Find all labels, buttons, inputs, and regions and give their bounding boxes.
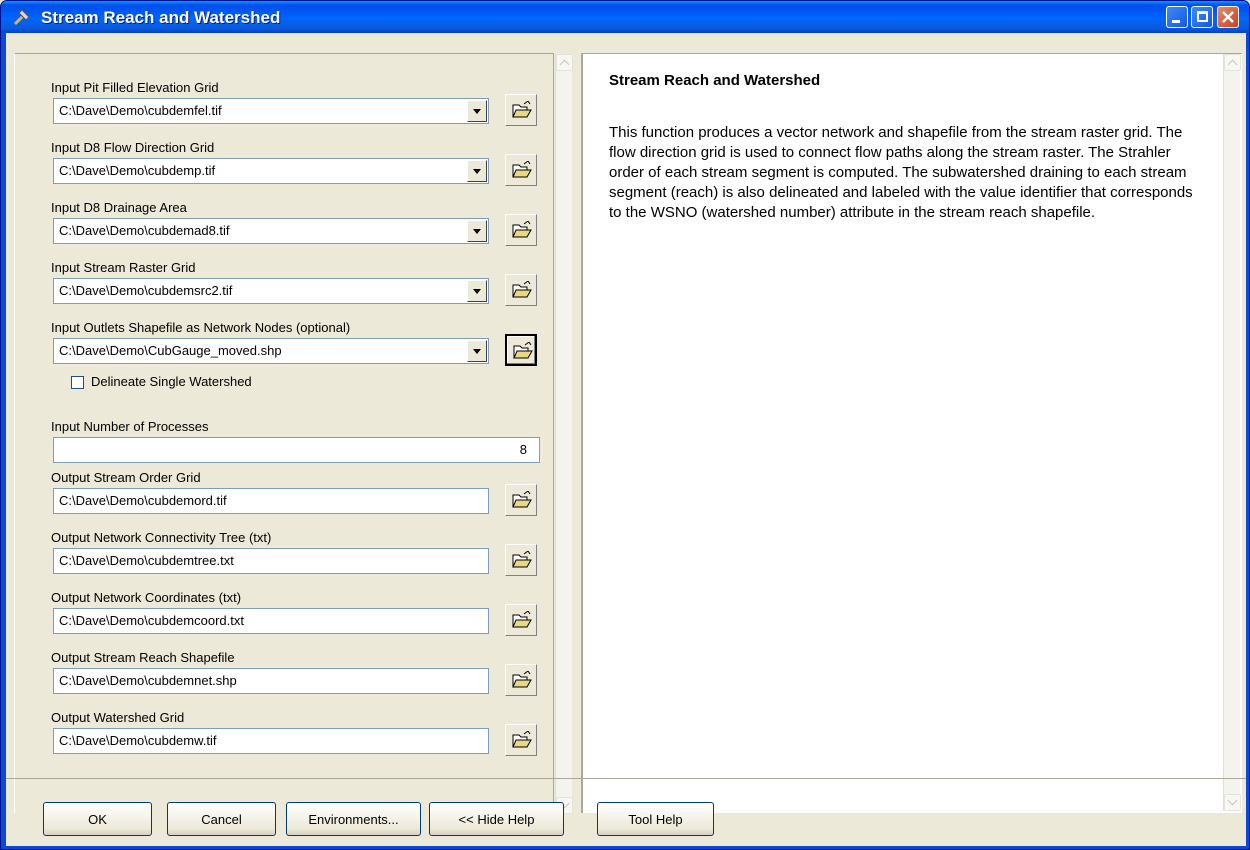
output-label: Output Stream Reach Shapefile	[51, 650, 235, 665]
help-title: Stream Reach and Watershed	[609, 72, 821, 89]
button-bar: OK Cancel Environments... << Hide Help T…	[6, 778, 1246, 846]
browse-button[interactable]	[505, 214, 537, 246]
output-label: Output Network Connectivity Tree (txt)	[51, 530, 272, 545]
chevron-down-icon[interactable]	[467, 220, 487, 242]
title-bar[interactable]: Stream Reach and Watershed	[1, 1, 1249, 33]
help-scroll-up-button[interactable]	[1224, 54, 1241, 71]
processes-label: Input Number of Processes	[51, 419, 209, 434]
input-combo[interactable]: C:\Dave\Demo\cubdemp.tif	[53, 158, 489, 184]
input-value: C:\Dave\Demo\cubdemp.tif	[59, 163, 216, 178]
input-value: C:\Dave\Demo\cubdemad8.tif	[59, 223, 230, 238]
output-label: Output Network Coordinates (txt)	[51, 590, 242, 605]
input-combo[interactable]: C:\Dave\Demo\cubdemfel.tif	[53, 98, 489, 124]
parameters-panel: Input Pit Filled Elevation Grid C:\Dave\…	[14, 53, 573, 814]
output-path-input[interactable]: C:\Dave\Demo\cubdemtree.txt	[53, 548, 489, 574]
field-label: Input D8 Flow Direction Grid	[51, 140, 215, 155]
browse-button[interactable]	[505, 604, 537, 636]
hammer-icon	[13, 9, 30, 26]
field-label: Input Stream Raster Grid	[51, 260, 196, 275]
help-panel: Stream Reach and Watershed This function…	[581, 53, 1242, 813]
dialog-window: Stream Reach and Watershed Input Pit Fil…	[0, 0, 1250, 850]
checkbox-label: Delineate Single Watershed	[91, 374, 252, 389]
input-combo[interactable]: C:\Dave\Demo\CubGauge_moved.shp	[53, 338, 489, 364]
input-value: C:\Dave\Demo\cubdemsrc2.tif	[59, 283, 233, 298]
field-label: Input D8 Drainage Area	[51, 200, 187, 215]
chevron-down-icon[interactable]	[467, 280, 487, 302]
output-path-input[interactable]: C:\Dave\Demo\cubdemnet.shp	[53, 668, 489, 694]
browse-button[interactable]	[505, 664, 537, 696]
output-label: Output Stream Order Grid	[51, 470, 201, 485]
help-scrollbar[interactable]	[1223, 54, 1241, 811]
hide-help-button[interactable]: << Hide Help	[429, 802, 564, 836]
chevron-down-icon[interactable]	[467, 340, 487, 362]
close-icon[interactable]	[1217, 6, 1239, 28]
output-label: Output Watershed Grid	[51, 710, 185, 725]
input-value: C:\Dave\Demo\cubdemfel.tif	[59, 103, 222, 118]
field-label: Input Pit Filled Elevation Grid	[51, 80, 219, 95]
browse-button[interactable]	[505, 724, 537, 756]
browse-button[interactable]	[505, 154, 537, 186]
input-combo[interactable]: C:\Dave\Demo\cubdemsrc2.tif	[53, 278, 489, 304]
ok-button[interactable]: OK	[43, 802, 152, 836]
browse-button[interactable]	[505, 274, 537, 306]
parameters-scrollbar[interactable]	[555, 54, 573, 814]
cancel-button[interactable]: Cancel	[167, 802, 276, 836]
input-combo[interactable]: C:\Dave\Demo\cubdemad8.tif	[53, 218, 489, 244]
output-path-input[interactable]: C:\Dave\Demo\cubdemw.tif	[53, 728, 489, 754]
environments-button[interactable]: Environments...	[286, 802, 421, 836]
chevron-down-icon[interactable]	[467, 100, 487, 122]
browse-button[interactable]	[505, 334, 537, 366]
browse-button[interactable]	[505, 94, 537, 126]
maximize-icon[interactable]	[1191, 6, 1213, 28]
chevron-down-icon[interactable]	[467, 160, 487, 182]
field-label: Input Outlets Shapefile as Network Nodes…	[51, 320, 351, 335]
help-body: This function produces a vector network …	[609, 124, 1193, 221]
minimize-icon[interactable]	[1166, 6, 1188, 28]
input-value: C:\Dave\Demo\CubGauge_moved.shp	[59, 343, 282, 358]
delineate-single-watershed-checkbox[interactable]	[71, 376, 84, 389]
window-title: Stream Reach and Watershed	[41, 8, 281, 27]
tool-help-button[interactable]: Tool Help	[597, 802, 714, 836]
dialog-client: Input Pit Filled Elevation Grid C:\Dave\…	[6, 33, 1246, 846]
output-path-input[interactable]: C:\Dave\Demo\cubdemcoord.txt	[53, 608, 489, 634]
output-path-input[interactable]: C:\Dave\Demo\cubdemord.tif	[53, 488, 489, 514]
browse-button[interactable]	[505, 544, 537, 576]
scroll-up-button[interactable]	[556, 54, 573, 71]
browse-button[interactable]	[505, 484, 537, 516]
processes-input[interactable]: 8	[53, 437, 540, 463]
